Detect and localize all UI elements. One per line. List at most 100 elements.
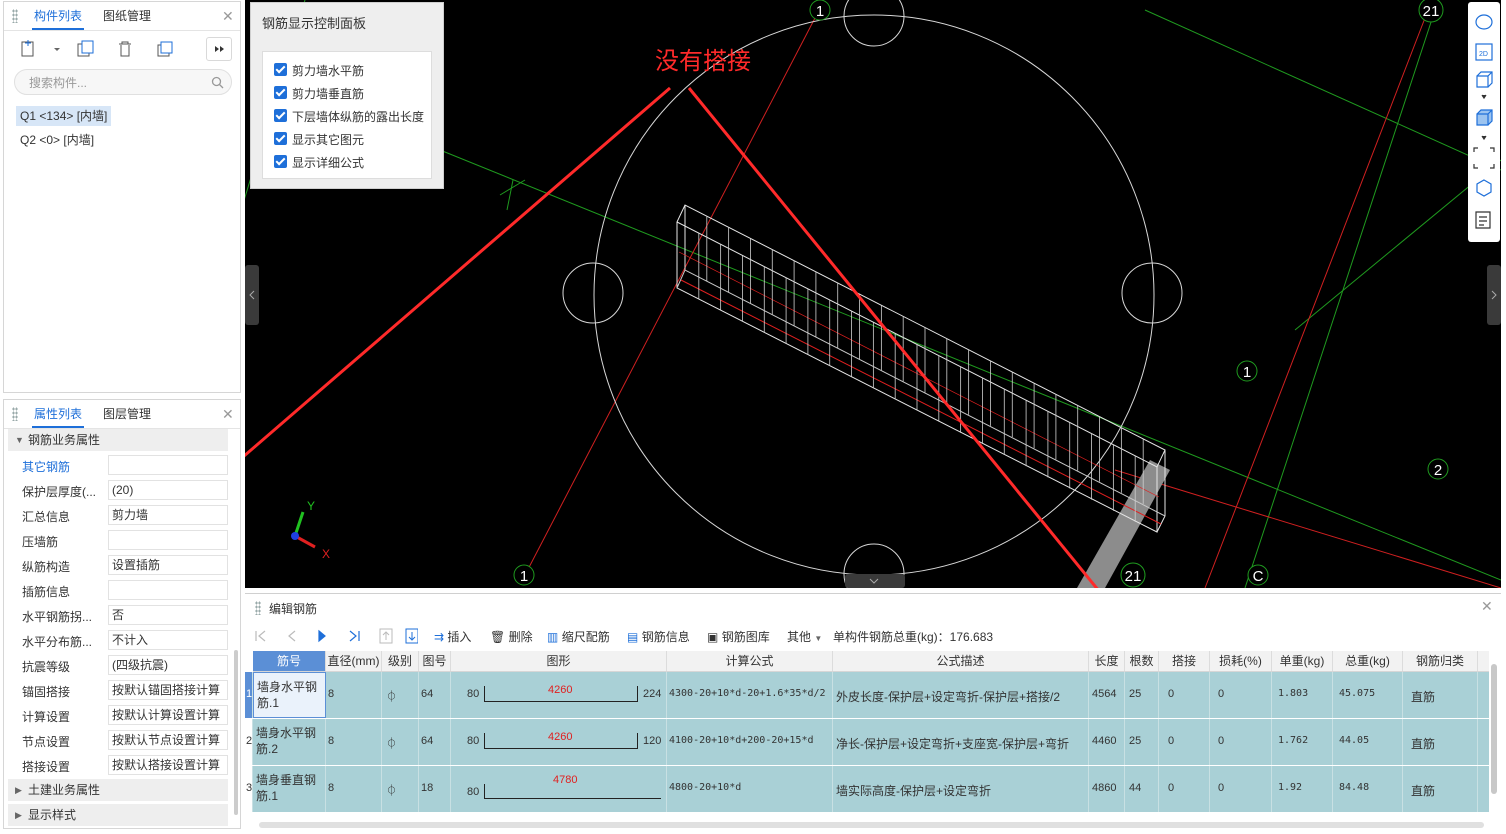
model-icon[interactable] bbox=[1476, 179, 1492, 197]
view-cube-icon[interactable] bbox=[1476, 71, 1493, 88]
property-value[interactable] bbox=[108, 455, 228, 475]
vertical-scrollbar[interactable] bbox=[1491, 664, 1497, 794]
cell-grade[interactable]: ⏀ bbox=[382, 672, 419, 718]
cell-category[interactable]: 直筋 bbox=[1403, 672, 1478, 718]
cell-description[interactable]: 外皮长度-保护层+设定弯折-保护层+搭接/2 bbox=[833, 672, 1089, 718]
close-icon[interactable]: ✕ bbox=[1481, 598, 1493, 615]
prev-record-icon[interactable] bbox=[288, 630, 296, 642]
search-icon[interactable] bbox=[211, 76, 224, 89]
cell-loss[interactable]: 0 bbox=[1210, 719, 1272, 765]
other-menu-button[interactable]: 其他 ▼ bbox=[787, 628, 822, 646]
close-icon[interactable]: ✕ bbox=[222, 406, 234, 423]
property-value[interactable]: 按默认计算设置计算 bbox=[108, 705, 228, 725]
move-up-icon[interactable] bbox=[379, 628, 393, 644]
checkbox-checked-icon[interactable] bbox=[274, 109, 287, 122]
cell-lap[interactable]: 0 bbox=[1159, 766, 1210, 812]
cell-shape[interactable]: 80 4260 224 bbox=[451, 672, 667, 718]
property-value[interactable]: 按默认节点设置计算 bbox=[108, 730, 228, 750]
new-component-button[interactable] bbox=[14, 37, 62, 61]
view-3d-icon[interactable] bbox=[1475, 14, 1493, 30]
cell-lap[interactable]: 0 bbox=[1159, 672, 1210, 718]
next-record-icon[interactable] bbox=[318, 629, 326, 643]
cell-total-weight[interactable]: 44.05 bbox=[1333, 719, 1403, 765]
cell-rebar-name[interactable]: 墙身水平钢筋.2 bbox=[253, 719, 326, 765]
search-input[interactable] bbox=[27, 74, 211, 92]
cell-formula[interactable]: 4300-20+10*d-20+1.6*35*d/2 bbox=[667, 672, 833, 718]
cell-description[interactable]: 净长-保护层+设定弯折+支座宽-保护层+弯折 bbox=[833, 719, 1089, 765]
scale-rebar-button[interactable]: ▥ 缩尺配筋 bbox=[547, 628, 610, 646]
cell-length[interactable]: 4860 bbox=[1089, 766, 1125, 812]
cell-shape[interactable]: 80 4260 120 bbox=[451, 719, 667, 765]
col-header[interactable]: 根数 bbox=[1125, 651, 1159, 671]
section-display-style[interactable]: ▶ 显示样式 bbox=[8, 804, 228, 826]
cell-formula[interactable]: 4800-20+10*d bbox=[667, 766, 833, 812]
checkbox-checked-icon[interactable] bbox=[274, 132, 287, 145]
cell-loss[interactable]: 0 bbox=[1210, 766, 1272, 812]
cell-unit-weight[interactable]: 1.803 bbox=[1272, 672, 1333, 718]
cell-count[interactable]: 25 bbox=[1125, 672, 1159, 718]
cell-category[interactable]: 直筋 bbox=[1403, 766, 1478, 812]
col-header[interactable]: 损耗(%) bbox=[1210, 651, 1272, 671]
copy-to-floor-button[interactable] bbox=[152, 37, 178, 61]
first-record-icon[interactable] bbox=[255, 630, 266, 642]
property-value[interactable]: 按默认锚固搭接计算 bbox=[108, 680, 228, 700]
report-icon[interactable] bbox=[1475, 211, 1491, 229]
col-header[interactable]: 钢筋归类 bbox=[1403, 651, 1478, 671]
cell-category[interactable]: 直筋 bbox=[1403, 719, 1478, 765]
cell-grade[interactable]: ⏀ bbox=[382, 719, 419, 765]
horizontal-scrollbar[interactable] bbox=[259, 822, 1484, 828]
cell-grade[interactable]: ⏀ bbox=[382, 766, 419, 812]
cell-formula[interactable]: 4100-20+10*d+200-20+15*d bbox=[667, 719, 833, 765]
property-value[interactable]: 设置插筋 bbox=[108, 555, 228, 575]
checkbox-checked-icon[interactable] bbox=[274, 63, 287, 76]
cell-figure-number[interactable]: 64 bbox=[419, 719, 451, 765]
table-row[interactable]: 2 墙身水平钢筋.2 8 ⏀ 64 80 4260 120 4100-20+10… bbox=[245, 719, 1489, 766]
col-header[interactable]: 筋号 bbox=[253, 651, 326, 671]
property-value[interactable]: (20) bbox=[108, 480, 228, 500]
section-rebar-properties[interactable]: ▼ 钢筋业务属性 bbox=[8, 429, 228, 451]
cell-count[interactable]: 44 bbox=[1125, 766, 1159, 812]
cell-total-weight[interactable]: 84.48 bbox=[1333, 766, 1403, 812]
property-value[interactable]: 剪力墙 bbox=[108, 505, 228, 525]
component-item-q1[interactable]: Q1 <134> [内墙] bbox=[16, 106, 112, 126]
scrollbar[interactable] bbox=[234, 650, 238, 815]
tab-layer-management[interactable]: 图层管理 bbox=[101, 400, 153, 428]
cell-length[interactable]: 4564 bbox=[1089, 672, 1125, 718]
cell-figure-number[interactable]: 18 bbox=[419, 766, 451, 812]
property-value[interactable]: 否 bbox=[108, 605, 228, 625]
col-header[interactable]: 公式描述 bbox=[833, 651, 1089, 671]
cell-rebar-name[interactable]: 墙身垂直钢筋.1 bbox=[253, 766, 326, 812]
cell-unit-weight[interactable]: 1.762 bbox=[1272, 719, 1333, 765]
col-header[interactable]: 搭接 bbox=[1159, 651, 1210, 671]
cell-figure-number[interactable]: 64 bbox=[419, 672, 451, 718]
drag-grip-icon[interactable] bbox=[12, 9, 18, 23]
property-value[interactable]: (四级抗震) bbox=[108, 655, 228, 675]
section-civil-properties[interactable]: ▶ 土建业务属性 bbox=[8, 779, 228, 801]
rebar-library-button[interactable]: ▣ 钢筋图库 bbox=[707, 628, 770, 646]
insert-button[interactable]: ⇉ 插入 bbox=[434, 628, 471, 646]
cell-count[interactable]: 25 bbox=[1125, 719, 1159, 765]
cell-rebar-name[interactable]: 墙身水平钢筋.1 bbox=[253, 672, 326, 718]
col-header[interactable]: 图号 bbox=[419, 651, 451, 671]
more-button[interactable] bbox=[206, 37, 232, 61]
close-icon[interactable]: ✕ bbox=[222, 8, 234, 25]
table-row[interactable]: 3 墙身垂直钢筋.1 8 ⏀ 18 80 4780 4800-20+10*d 墙… bbox=[245, 766, 1489, 813]
drag-grip-icon[interactable] bbox=[12, 407, 18, 421]
collapse-right-handle[interactable] bbox=[1487, 265, 1501, 325]
rebar-info-button[interactable]: ▤ 钢筋信息 bbox=[627, 628, 690, 646]
copy-component-button[interactable] bbox=[72, 37, 98, 61]
collapse-bottom-handle[interactable] bbox=[845, 574, 905, 588]
col-header[interactable]: 级别 bbox=[382, 651, 419, 671]
table-row[interactable]: 1 墙身水平钢筋.1 8 ⏀ 64 80 4260 224 4300-20+10… bbox=[245, 672, 1489, 719]
col-header[interactable]: 直径(mm) bbox=[326, 651, 382, 671]
checkbox-checked-icon[interactable] bbox=[274, 155, 287, 168]
tab-drawing-management[interactable]: 图纸管理 bbox=[101, 2, 153, 30]
tab-component-list[interactable]: 构件列表 bbox=[32, 2, 85, 30]
checkbox-checked-icon[interactable] bbox=[274, 86, 287, 99]
cell-shape[interactable]: 80 4780 bbox=[451, 766, 667, 812]
view-shaded-icon[interactable] bbox=[1476, 109, 1493, 126]
property-value[interactable]: 不计入 bbox=[108, 630, 228, 650]
drag-grip-icon[interactable] bbox=[255, 601, 261, 615]
cell-description[interactable]: 墙实际高度-保护层+设定弯折 bbox=[833, 766, 1089, 812]
collapse-left-handle[interactable] bbox=[245, 265, 259, 325]
